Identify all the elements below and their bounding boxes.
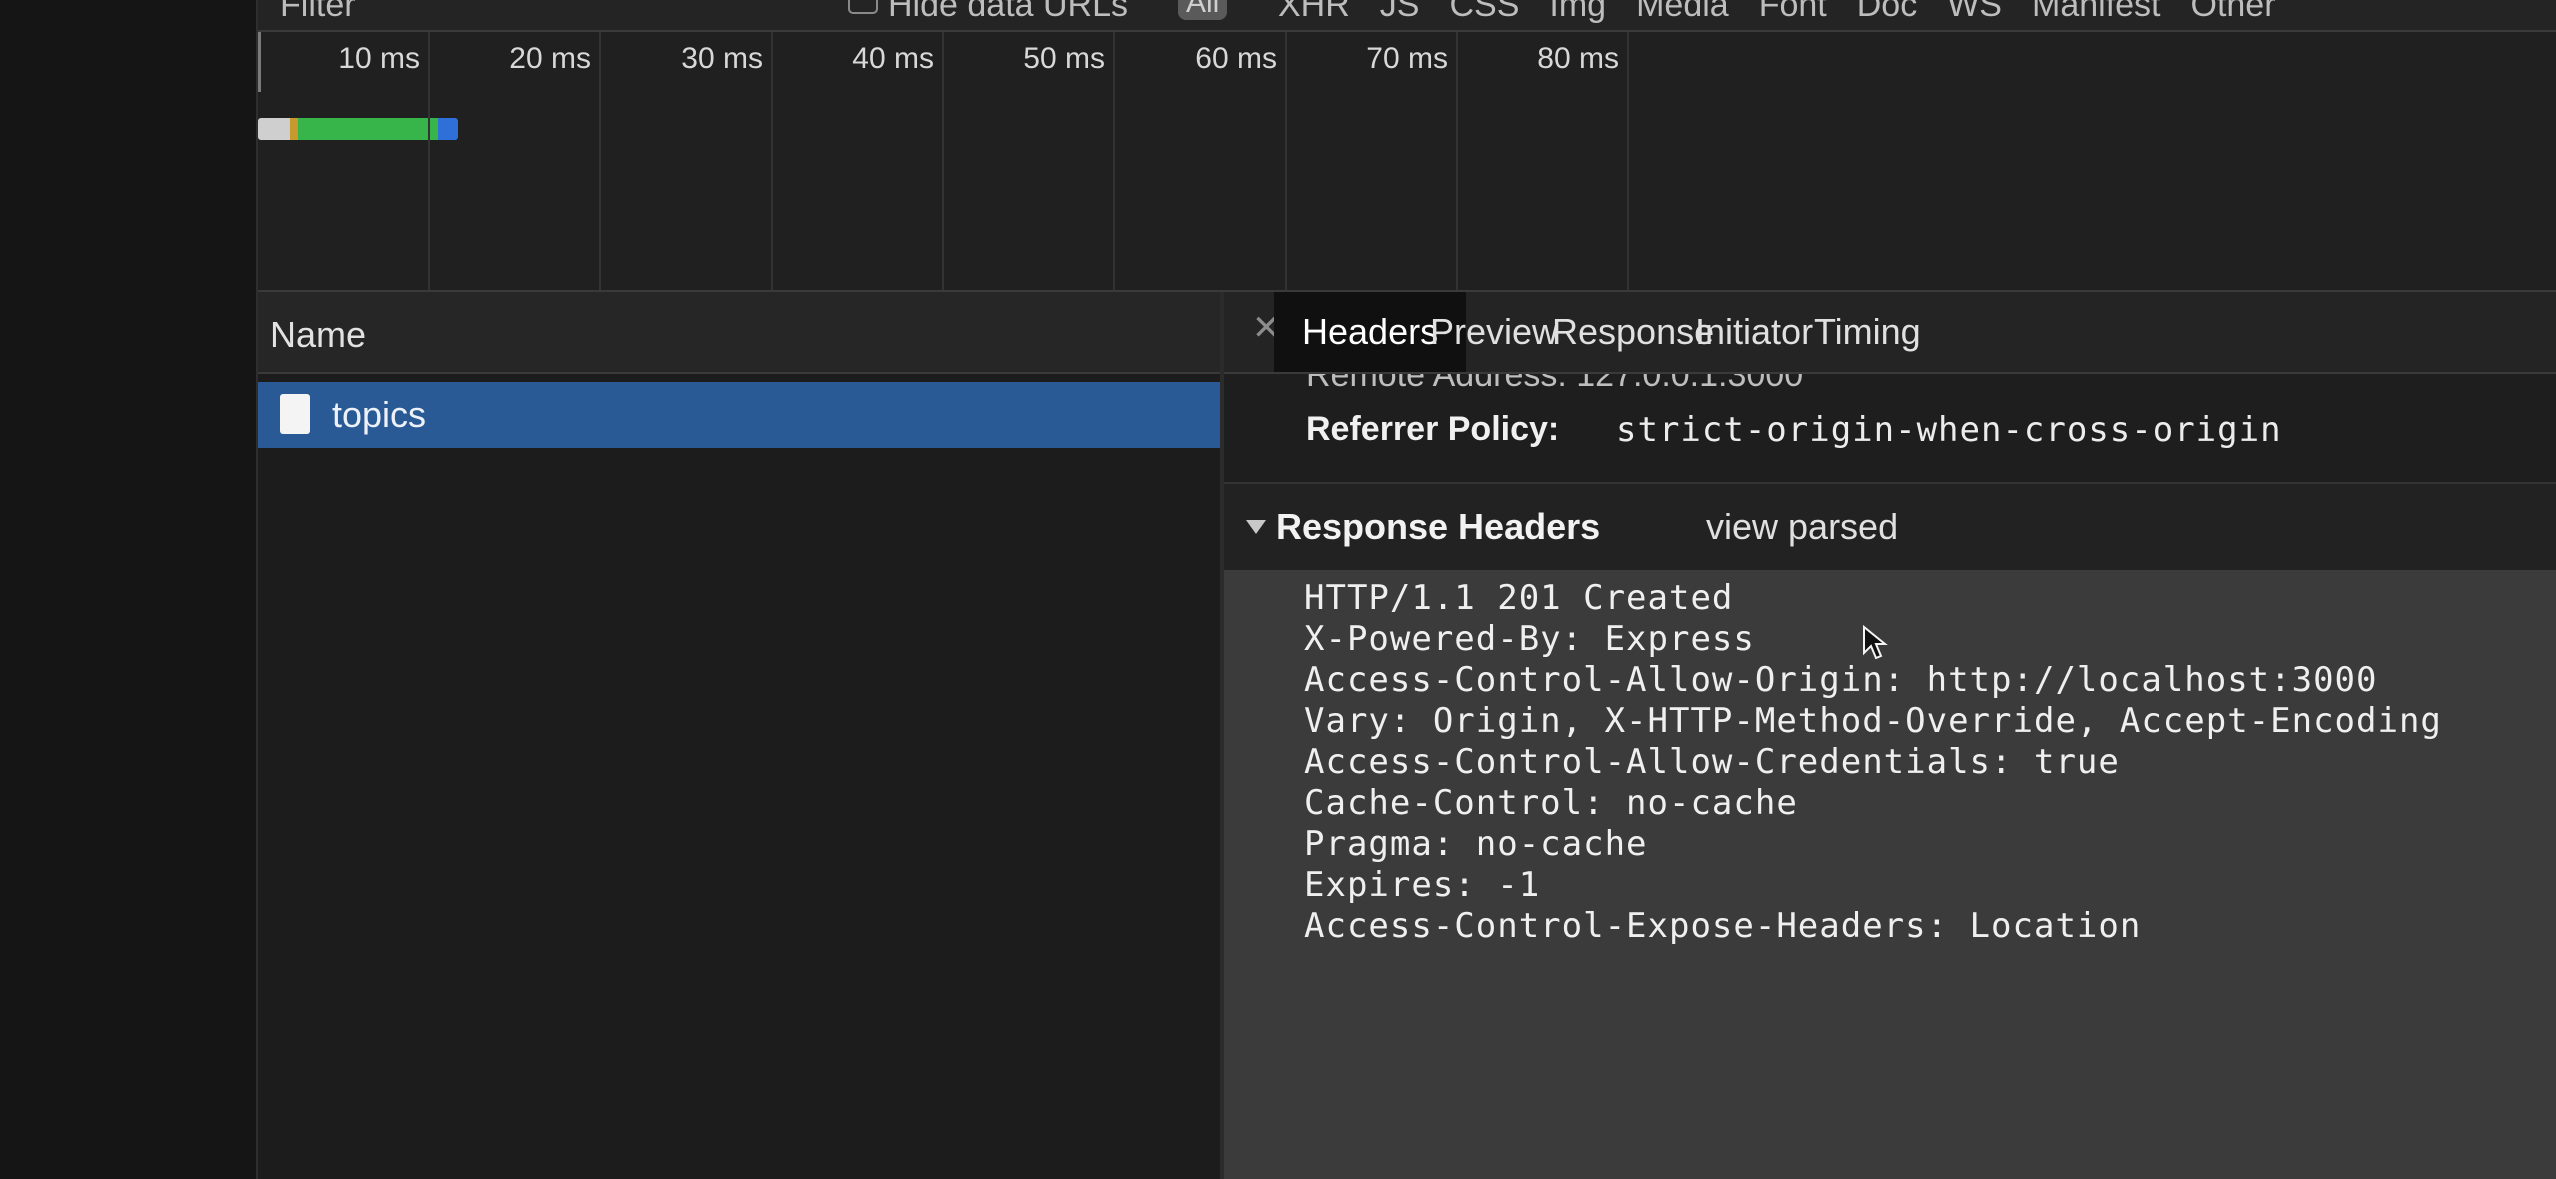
timeline-tick-label: 10 ms (338, 42, 420, 75)
network-panel: Filter Hide data URLs All XHR JS CSS Img Med… (258, 0, 2556, 1179)
hide-data-urls-label: Hide data URLs (888, 0, 1129, 24)
referrer-policy-value: strict-origin-when-cross-origin (1616, 410, 2282, 450)
timeline-tick-label: 40 ms (852, 42, 934, 75)
timing-segment-queue (258, 118, 290, 140)
filter-input[interactable]: Filter (280, 0, 356, 25)
type-filter-css[interactable]: CSS (1449, 0, 1519, 24)
timing-segment-stalled (290, 118, 298, 140)
type-filter-other[interactable]: Other (2191, 0, 2276, 24)
timeline-overview[interactable]: 10 ms 20 ms 30 ms 40 ms 50 ms 60 ms 70 ms 80 ms (258, 32, 2556, 290)
timeline-tick-label: 70 ms (1366, 42, 1448, 75)
type-filter-list: XHR JS CSS Img Media Font Doc WS Manifest Other (1278, 0, 2306, 25)
request-detail-pane: Referrer Policy: strict-origin-when-cros… (1224, 292, 2556, 1179)
document-icon (280, 394, 310, 434)
timing-segment-download (438, 118, 458, 140)
type-filter-doc[interactable]: Doc (1857, 0, 1917, 24)
raw-response-headers: HTTP/1.1 201 Created X-Powered-By: Expres… (1224, 570, 2556, 1179)
type-filter-media[interactable]: Media (1636, 0, 1729, 24)
type-filter-img[interactable]: Img (1549, 0, 1606, 24)
timeline-tick-label: 50 ms (1023, 42, 1105, 75)
type-filter-font[interactable]: Font (1759, 0, 1827, 24)
hide-data-urls-checkbox[interactable] (848, 0, 878, 14)
request-list: Name topics (258, 292, 1220, 1179)
response-header-line: Pragma: no-cache (1304, 824, 1648, 864)
timeline-tick-label: 60 ms (1195, 42, 1277, 75)
response-header-line: HTTP/1.1 201 Created (1304, 578, 1734, 618)
name-column-header[interactable]: Name (258, 292, 1220, 374)
mouse-cursor-icon (1863, 625, 1888, 660)
referrer-policy-key: Referrer Policy: (1306, 410, 1560, 448)
response-header-line: Vary: Origin, X-HTTP-Method-Override, Ac… (1304, 701, 2442, 741)
response-header-line: Access-Control-Allow-Origin: http://loca… (1304, 660, 2378, 700)
expand-triangle-icon[interactable] (1246, 520, 1266, 534)
filter-all-button[interactable]: All (1178, 0, 1228, 20)
request-row-topics[interactable]: topics (258, 382, 1220, 448)
request-name: topics (332, 394, 427, 435)
timeline-tick-label: 30 ms (681, 42, 763, 75)
type-filter-manifest[interactable]: Manifest (2032, 0, 2161, 24)
response-header-line: Access-Control-Expose-Headers: Location (1304, 906, 2142, 946)
timeline-tick-label: 20 ms (509, 42, 591, 75)
type-filter-ws[interactable]: WS (1947, 0, 2002, 24)
view-parsed-link[interactable]: view parsed (1706, 506, 1898, 548)
response-header-line: Cache-Control: no-cache (1304, 783, 1798, 823)
filter-bar: Filter Hide data URLs All XHR JS CSS Img Med… (258, 0, 2556, 32)
timeline-gridline (1627, 32, 1629, 290)
tab-timing[interactable]: Timing (1786, 292, 1949, 372)
response-header-line: X-Powered-By: Express (1304, 619, 1755, 659)
response-headers-title: Response Headers (1276, 506, 1601, 547)
type-filter-js[interactable]: JS (1380, 0, 1420, 24)
timeline-tick-label: 80 ms (1537, 42, 1619, 75)
name-column-label: Name (270, 314, 367, 355)
response-headers-section[interactable]: Response Headers view parsed (1224, 484, 2556, 570)
response-header-line: Expires: -1 (1304, 865, 1541, 905)
response-header-line: Access-Control-Allow-Credentials: true (1304, 742, 2120, 782)
type-filter-xhr[interactable]: XHR (1278, 0, 1350, 24)
left-gutter (0, 0, 258, 1179)
timing-segment-waiting (298, 118, 438, 140)
detail-tabs: ✕ Headers Preview Response Initiator Tim… (1224, 292, 2556, 374)
